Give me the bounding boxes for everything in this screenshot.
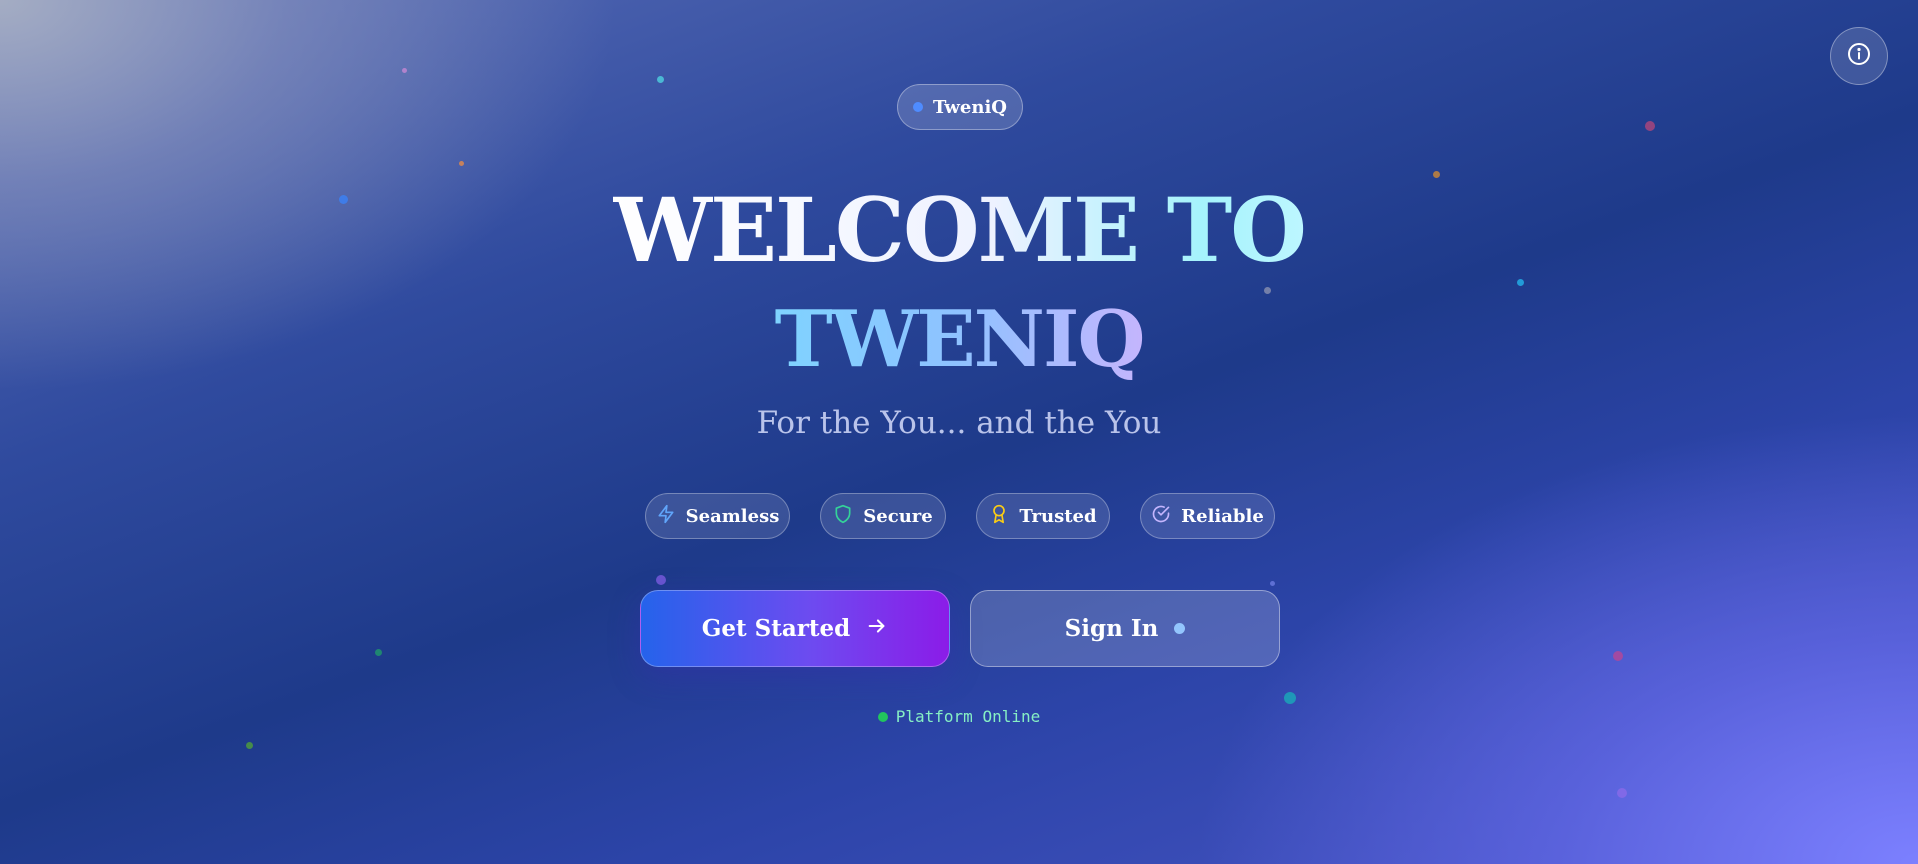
feature-label: Reliable [1181, 505, 1264, 527]
background-particle [657, 76, 664, 83]
hero-subtitle: For the You... and the You [756, 405, 1162, 441]
background-particle [459, 161, 464, 166]
background-particle [1613, 651, 1623, 661]
feature-pill-secure: Secure [820, 493, 946, 539]
info-button[interactable] [1830, 27, 1888, 85]
feature-pill-seamless: Seamless [645, 493, 790, 539]
feature-label: Seamless [685, 505, 780, 527]
get-started-label: Get Started [701, 615, 851, 642]
sign-in-button[interactable]: Sign In [970, 590, 1280, 667]
hero-title-text-2: TWENIQ [775, 290, 1146, 390]
background-particle [1645, 121, 1655, 131]
arrow-right-icon [866, 615, 888, 643]
sign-in-label: Sign In [1064, 615, 1159, 642]
sign-in-indicator-dot [1174, 623, 1186, 634]
background-particle [1617, 788, 1627, 798]
background-particle [375, 649, 382, 656]
check-circle-icon [1151, 504, 1171, 529]
get-started-button[interactable]: Get Started [640, 590, 950, 667]
background-particle [1284, 692, 1296, 704]
background-particle [656, 575, 666, 585]
hero-title-line-2: TWENIQ [0, 290, 1918, 390]
background-particle [1270, 581, 1275, 586]
hero-title-line-1: WELCOME TO [0, 175, 1918, 285]
status-dot [877, 711, 888, 722]
info-icon [1847, 42, 1871, 70]
background-particle [402, 68, 407, 73]
feature-pill-reliable: Reliable [1140, 493, 1275, 539]
lightning-icon [656, 504, 676, 529]
brand-badge: TweniQ [897, 84, 1023, 130]
feature-label: Secure [863, 505, 933, 527]
hero-title-text-1: WELCOME TO [613, 175, 1307, 285]
background-particle [246, 742, 253, 749]
feature-label: Trusted [1019, 505, 1097, 527]
brand-name: TweniQ [933, 96, 1007, 118]
status-text: Platform Online [895, 707, 1041, 726]
brand-dot [913, 102, 924, 112]
platform-status: Platform Online [0, 707, 1918, 726]
feature-pill-trusted: Trusted [976, 493, 1110, 539]
shield-icon [833, 504, 853, 529]
award-icon [989, 504, 1009, 529]
